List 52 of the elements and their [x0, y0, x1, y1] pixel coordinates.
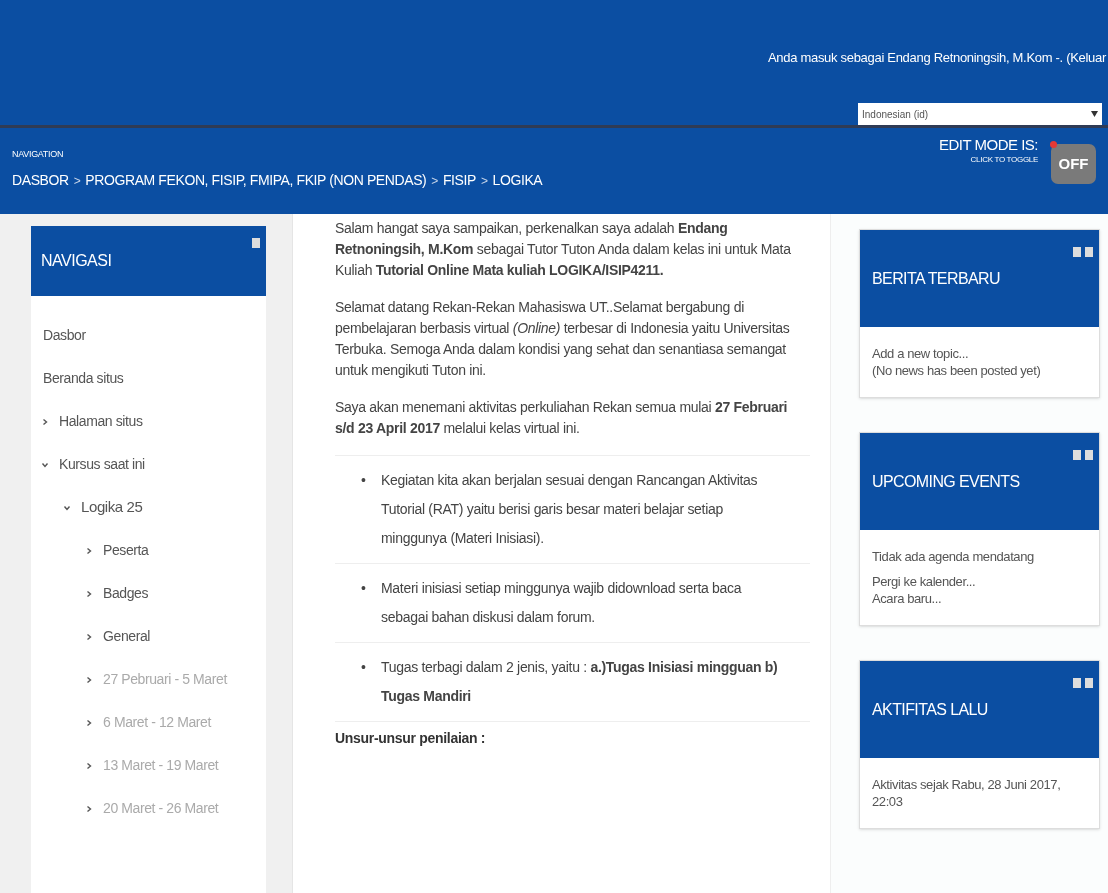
nav-item[interactable]: Badges — [103, 583, 149, 604]
nav-item[interactable]: Kursus saat ini — [59, 454, 145, 475]
bullet: • — [361, 579, 367, 598]
nav-item[interactable]: Peserta — [103, 540, 149, 561]
chevron-right-icon[interactable] — [85, 632, 93, 641]
nav-item[interactable]: Logika 25 — [81, 496, 143, 519]
block-title: AKTIFITAS LALU — [872, 699, 988, 720]
nav-item[interactable]: General — [103, 626, 150, 647]
breadcrumb-separator: > — [431, 172, 438, 190]
chevron-right-icon[interactable] — [85, 589, 93, 598]
breadcrumb-separator: > — [480, 172, 488, 190]
bullet: • — [361, 658, 367, 677]
paragraph: Salam hangat saya sampaikan, perkenalkan saya adalah Endang Retnoningsih, M.Kom sebagai Tutor Tuton Anda dalam kelas ini untuk Mata Kuliah Tutorial Online Mata kuliah LOGIKA/ISIP4211. — [335, 219, 792, 280]
block-title: UPCOMING EVENTS — [872, 471, 1020, 492]
list-item-text: Kegiatan kita akan berjalan sesuai dengan Rancangan Aktivitas Tutorial (RAT) yaitu berisi garis besar materi belajar setiap minggunya (Materi Inisiasi). — [381, 471, 759, 548]
chevron-down-icon[interactable] — [41, 460, 49, 469]
chevron-right-icon[interactable] — [85, 718, 93, 727]
nav-item[interactable]: Beranda situs — [43, 368, 124, 389]
block-text: Acara baru... — [872, 590, 943, 607]
paragraph: Selamat datang Rekan-Rekan Mahasiswa UT..Selamat bergabung di pembelajaran berbasis virtual (Online) terbesar di Indonesia yaitu Universitas Terbuka. Semoga Anda dalam kondisi yang sehat dan senantiasa semangat untuk mengikuti Tuton ini. — [335, 298, 791, 380]
section-heading: Unsur-unsur penilaian : — [335, 729, 487, 748]
chevron-right-icon[interactable] — [85, 546, 93, 555]
chevron-right-icon[interactable] — [85, 804, 93, 813]
nav-item[interactable]: Halaman situs — [59, 411, 143, 432]
login-info: Anda masuk sebagai Endang Retnoningsih, M.Kom -. (Keluar — [768, 49, 1106, 67]
chevron-right-icon[interactable] — [85, 761, 93, 770]
block-title: NAVIGASI — [41, 251, 112, 271]
chevron-right-icon[interactable] — [41, 417, 49, 426]
chevron-down-icon[interactable] — [63, 503, 71, 512]
breadcrumb-link[interactable]: FISIP — [442, 170, 476, 191]
list-item-text: Materi inisiasi setiap minggunya wajib didownload serta baca sebagai bahan diskusi dalam forum. — [381, 579, 743, 627]
breadcrumb-link[interactable]: LOGIKA — [492, 170, 543, 191]
breadcrumb-separator: > — [73, 172, 81, 190]
block-text: Add a new topic... — [872, 345, 970, 362]
block-text: (No news has been posted yet) — [872, 362, 1042, 379]
block-title: BERITA TERBARU — [872, 268, 1000, 289]
bullet: • — [361, 471, 367, 490]
block-text: Pergi ke kalender... — [872, 573, 977, 590]
chevron-right-icon[interactable] — [85, 675, 93, 684]
edit-mode-label: EDIT MODE IS: — [938, 136, 1038, 154]
breadcrumb-link[interactable]: PROGRAM FEKON, FISIP, FMIPA, FKIP (NON PENDAS) — [85, 170, 427, 191]
list-item-text: Tugas terbagi dalam 2 jenis, yaitu : a.)Tugas Inisiasi mingguan b) Tugas Mandiri — [381, 658, 779, 706]
language-select[interactable]: Indonesian (id) — [858, 103, 1102, 125]
block-text: Aktivitas sejak Rabu, 28 Juni 2017, 22:03 — [872, 776, 1062, 810]
dropdown-icon — [1091, 111, 1098, 117]
block-text: Tidak ada agenda mendatang — [872, 548, 1035, 565]
breadcrumb-link[interactable]: DASBOR — [12, 170, 69, 191]
paragraph: Saya akan menemani aktivitas perkuliahan Rekan semua mulai 27 Februari s/d 23 April 2017 melalui kelas virtual ini. — [335, 398, 789, 438]
edit-mode-toggle[interactable]: OFF — [1051, 144, 1096, 184]
nav-item[interactable]: Dasbor — [43, 325, 86, 346]
navigation-label: NAVIGATION — [12, 148, 64, 161]
edit-mode-hint: CLICK TO TOGGLE — [970, 154, 1038, 166]
